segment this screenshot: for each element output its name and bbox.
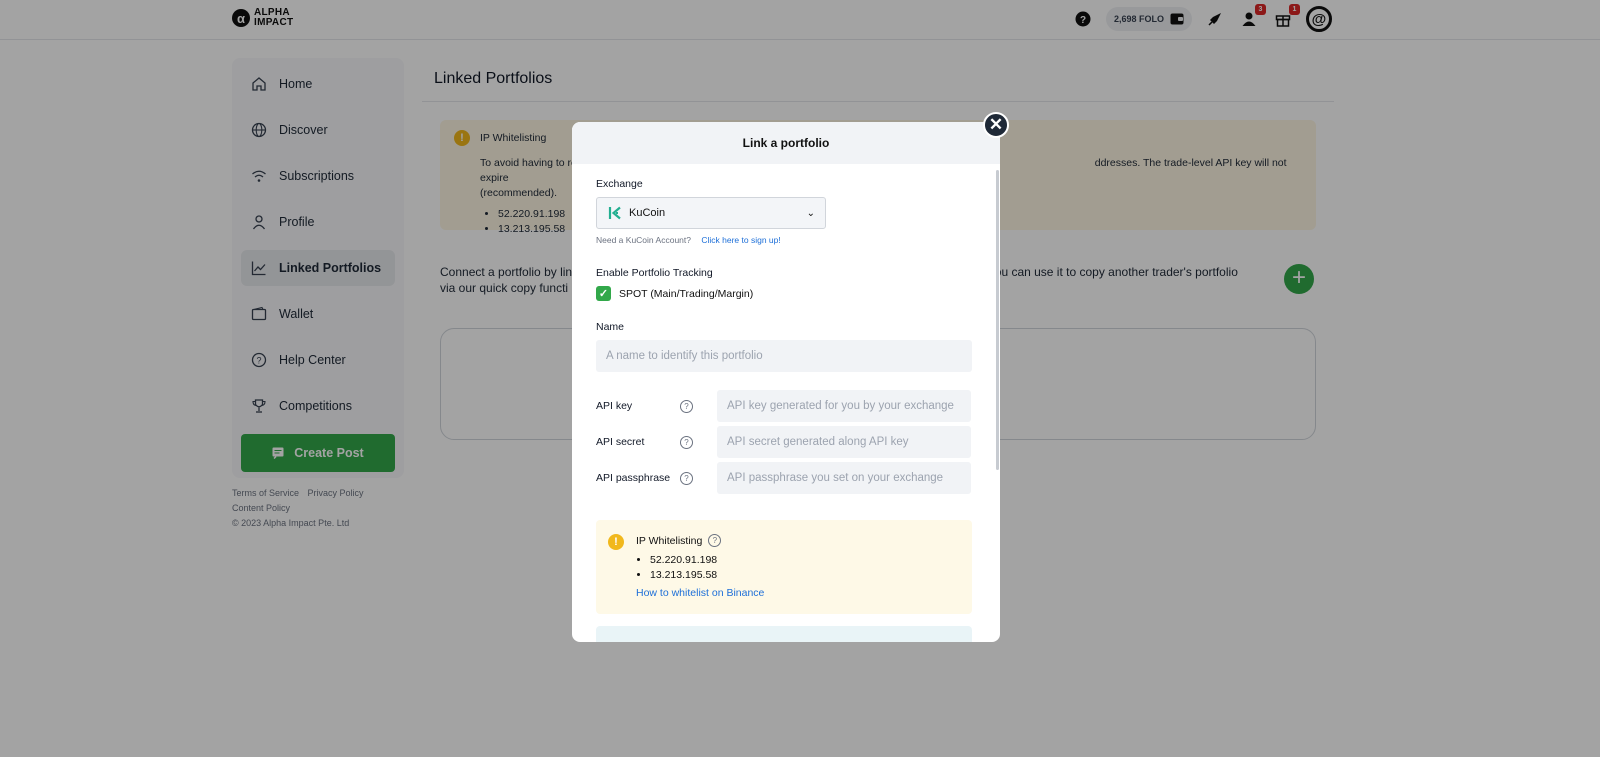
api-secret-label: API secret (596, 436, 645, 448)
need-account-text: Need a KuCoin Account? (596, 235, 691, 245)
modal-scrollbar[interactable] (996, 170, 999, 470)
tracking-label: Enable Portfolio Tracking (596, 267, 713, 279)
exchange-label: Exchange (596, 178, 643, 190)
ip-list: 52.220.91.198 13.213.195.58 (650, 553, 764, 583)
api-key-row: API key ? API key generated for you by y… (596, 390, 972, 422)
modal-body: Exchange KuCoin ⌄ Need a KuCoin Account?… (596, 164, 972, 642)
spot-checkbox[interactable]: ✓ (596, 286, 611, 301)
api-secret-help-icon[interactable]: ? (680, 435, 693, 449)
whitelist-guide-link[interactable]: How to whitelist on Binance (636, 587, 764, 599)
info-box (596, 626, 972, 642)
signup-link[interactable]: Click here to sign up! (701, 235, 780, 245)
api-secret-row: API secret ? API secret generated along … (596, 426, 972, 458)
close-icon[interactable]: ✕ (983, 112, 1009, 138)
exchange-value: KuCoin (629, 207, 666, 219)
kucoin-icon (607, 205, 623, 221)
api-key-help-icon[interactable]: ? (680, 399, 693, 413)
name-label: Name (596, 321, 625, 333)
ip-help-icon[interactable]: ? (708, 534, 722, 547)
modal-title: Link a portfolio (572, 122, 1000, 164)
name-input[interactable]: A name to identify this portfolio (596, 340, 972, 372)
list-item: 52.220.91.198 (650, 553, 764, 568)
api-key-label: API key (596, 400, 633, 412)
api-secret-input[interactable]: API secret generated along API key (717, 426, 971, 458)
link-portfolio-modal: Link a portfolio Exchange KuCoin ⌄ Need … (572, 122, 1000, 642)
chevron-down-icon: ⌄ (806, 207, 815, 219)
api-passphrase-row: API passphrase ? API passphrase you set … (596, 462, 972, 494)
ip-whitelisting-title: IP Whitelisting (636, 534, 703, 547)
api-passphrase-input[interactable]: API passphrase you set on your exchange (717, 462, 971, 494)
warning-icon: ! (608, 534, 624, 550)
api-key-input[interactable]: API key generated for you by your exchan… (717, 390, 971, 422)
list-item: 13.213.195.58 (650, 568, 764, 583)
ip-whitelisting-box: ! IP Whitelisting ? 52.220.91.198 13.213… (596, 520, 972, 614)
spot-checkbox-row[interactable]: ✓ SPOT (Main/Trading/Margin) (596, 286, 972, 301)
api-passphrase-label: API passphrase (596, 472, 671, 484)
api-passphrase-help-icon[interactable]: ? (680, 471, 693, 485)
exchange-select[interactable]: KuCoin ⌄ (596, 197, 826, 229)
spot-label: SPOT (Main/Trading/Margin) (619, 287, 754, 300)
api-fields: API key ? API key generated for you by y… (596, 390, 972, 494)
